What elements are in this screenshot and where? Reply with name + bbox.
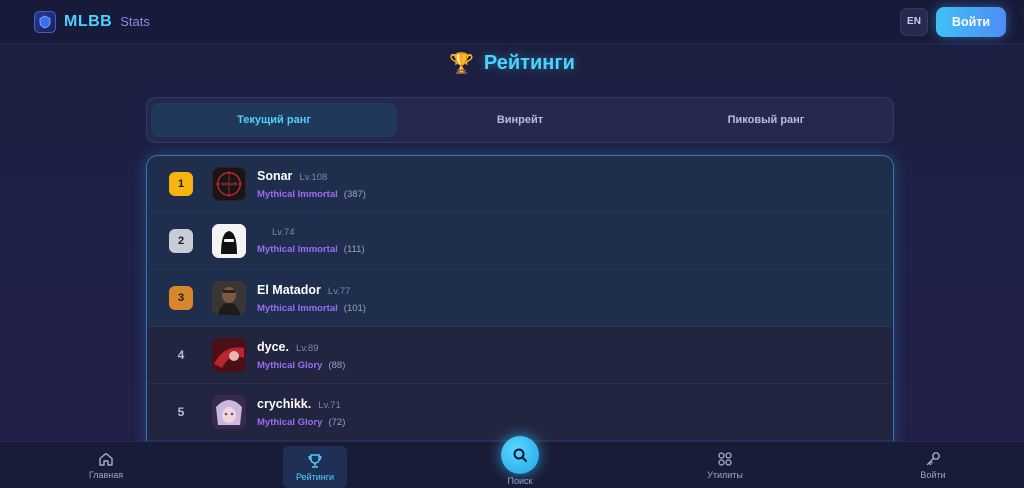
list-item[interactable]: 2 Lv.74 Mythical Immortal (111) [147,213,893,270]
tab-peak-rank[interactable]: Пиковый ранг [643,103,889,137]
brand-subtitle: Stats [120,14,150,29]
grid-icon [718,452,732,466]
ghost-avatar [212,224,246,258]
player-stars: (111) [343,244,365,255]
rank-badge-bronze: 3 [169,286,193,310]
player-tier: Mythical Immortal [257,188,338,200]
search-icon [513,448,527,462]
crychikk-avatar [212,395,246,429]
login-button[interactable]: Войти [936,6,1006,37]
player-stars: (101) [343,302,366,314]
player-stars: (88) [328,359,346,371]
page-title: Рейтинги [483,51,575,74]
player-name[interactable]: El Matador [257,283,321,297]
svg-text:SONAR: SONAR [221,182,237,187]
player-name[interactable]: dyce. [257,340,289,354]
brand-title: MLBB [64,12,113,30]
nav-home-label: Главная [88,470,124,480]
trophy-icon: 🏆 [449,52,474,75]
nav-login[interactable]: Войти [893,442,973,488]
player-tier: Mythical Immortal [257,302,338,314]
player-tier: Mythical Glory [257,416,323,428]
nav-login-label: Войти [920,470,946,480]
matador-avatar [212,281,246,315]
sonar-avatar: SONAR [212,167,246,201]
player-name[interactable]: Sonar [257,169,292,183]
page-title-bar: 🏆 Рейтинги [0,48,1024,78]
nav-search-label: Поиск [507,476,533,486]
player-level: Lv.108 [299,171,328,183]
search-button[interactable] [501,436,539,474]
list-item[interactable]: 5 crychikk. Lv.71 Mythical Glory (72) [147,384,893,441]
brand[interactable]: MLBB Stats [34,10,150,33]
nav-utilities[interactable]: Утилиты [685,442,765,488]
rank-number: 4 [177,348,185,362]
player-stars: (72) [328,416,346,428]
top-header: MLBB Stats EN Войти [0,0,1024,44]
player-level: Lv.89 [295,342,319,354]
nav-ratings[interactable]: Рейтинги [283,446,347,488]
player-level: Lv.74 [272,227,295,238]
tab-current-rank[interactable]: Текущий ранг [151,103,397,137]
dyce-avatar [212,338,246,372]
list-item[interactable]: 1 SONAR Sonar Lv.108 Mythical Immortal (… [147,156,893,213]
ranking-list: 1 SONAR Sonar Lv.108 Mythical Immortal (… [146,155,894,455]
trophy-cup-icon [308,453,322,468]
nav-utilities-label: Утилиты [707,470,743,480]
player-stars: (387) [343,188,366,200]
rank-badge-silver: 2 [169,229,193,253]
rank-number: 5 [177,405,185,419]
tab-winrate[interactable]: Винрейт [397,103,643,137]
player-name[interactable]: crychikk. [257,397,311,411]
nav-home[interactable]: Главная [66,442,146,488]
logo-icon [34,10,56,33]
key-icon [926,452,940,466]
home-icon [99,452,113,466]
player-level: Lv.71 [318,399,341,411]
nav-ratings-label: Рейтинги [295,471,335,482]
player-tier: Mythical Glory [257,359,323,371]
list-item[interactable]: 3 El Matador Lv.77 Mythical Immortal (10… [147,270,893,327]
ranking-tabs: Текущий ранг Винрейт Пиковый ранг [146,97,894,143]
language-button[interactable]: EN [900,7,928,36]
player-level: Lv.77 [327,285,351,297]
player-tier: Mythical Immortal [257,244,338,255]
list-item[interactable]: 4 dyce. Lv.89 Mythical Glory (88) [147,327,893,384]
rank-badge-gold: 1 [169,172,193,196]
